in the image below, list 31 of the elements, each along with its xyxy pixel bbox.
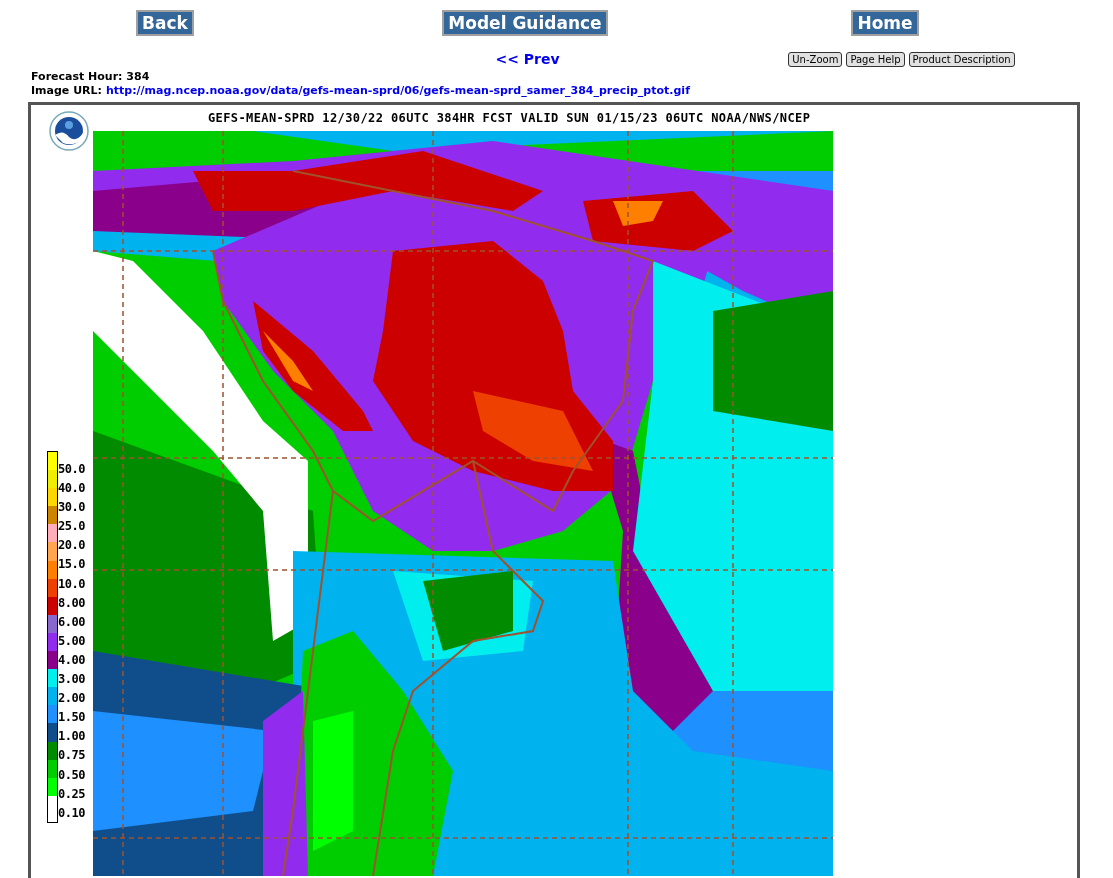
legend-label: 2.00 <box>58 690 85 708</box>
legend-label: 10.0 <box>58 575 85 593</box>
map-title: GEFS-MEAN-SPRD 12/30/22 06UTC 384HR FCST VALID SUN 01/15/23 06UTC NOAA/NWS/NCEP <box>207 110 812 127</box>
tool-button[interactable]: Product Description <box>908 51 1015 67</box>
legend-label: 50.0 <box>58 461 85 478</box>
legend-label: 8.00 <box>58 594 85 612</box>
legend-label: 0.50 <box>58 766 85 784</box>
logo-icon <box>49 111 89 151</box>
forecast-hour-label: Forecast Hour: 384 <box>31 70 150 83</box>
image-url-link[interactable]: http://mag.ncep.noaa.gov/data/gefs-mean-sprd/06/gefs-mean-sprd_samer_384_precip_ptot.gif <box>105 84 690 97</box>
tool-button[interactable]: Page Help <box>846 51 905 67</box>
prev-link[interactable]: << Prev <box>495 51 560 67</box>
legend-label: 20.0 <box>58 537 85 555</box>
nav-button[interactable]: Home <box>851 10 919 36</box>
nav-button[interactable]: Model Guidance <box>442 10 608 36</box>
legend-label: 1.00 <box>58 728 85 746</box>
tool-button[interactable]: Un-Zoom <box>788 51 843 67</box>
legend-label: 25.0 <box>58 518 85 536</box>
legend-label: 1.50 <box>58 709 85 727</box>
image-url-label: Image URL: <box>31 84 102 97</box>
legend-label: 5.00 <box>58 632 85 650</box>
legend-label: 0.75 <box>58 747 85 765</box>
legend-label: 30.0 <box>58 499 85 517</box>
legend-label: 6.00 <box>58 613 85 631</box>
legend-label: 15.0 <box>58 556 85 574</box>
legend-label: 40.0 <box>58 480 85 498</box>
legend-label: 0.25 <box>58 785 85 803</box>
legend-label: 3.00 <box>58 671 85 689</box>
nav-button[interactable]: Back <box>136 10 194 36</box>
legend-label: 0.10 <box>58 804 85 822</box>
legend-label: 4.00 <box>58 651 85 669</box>
